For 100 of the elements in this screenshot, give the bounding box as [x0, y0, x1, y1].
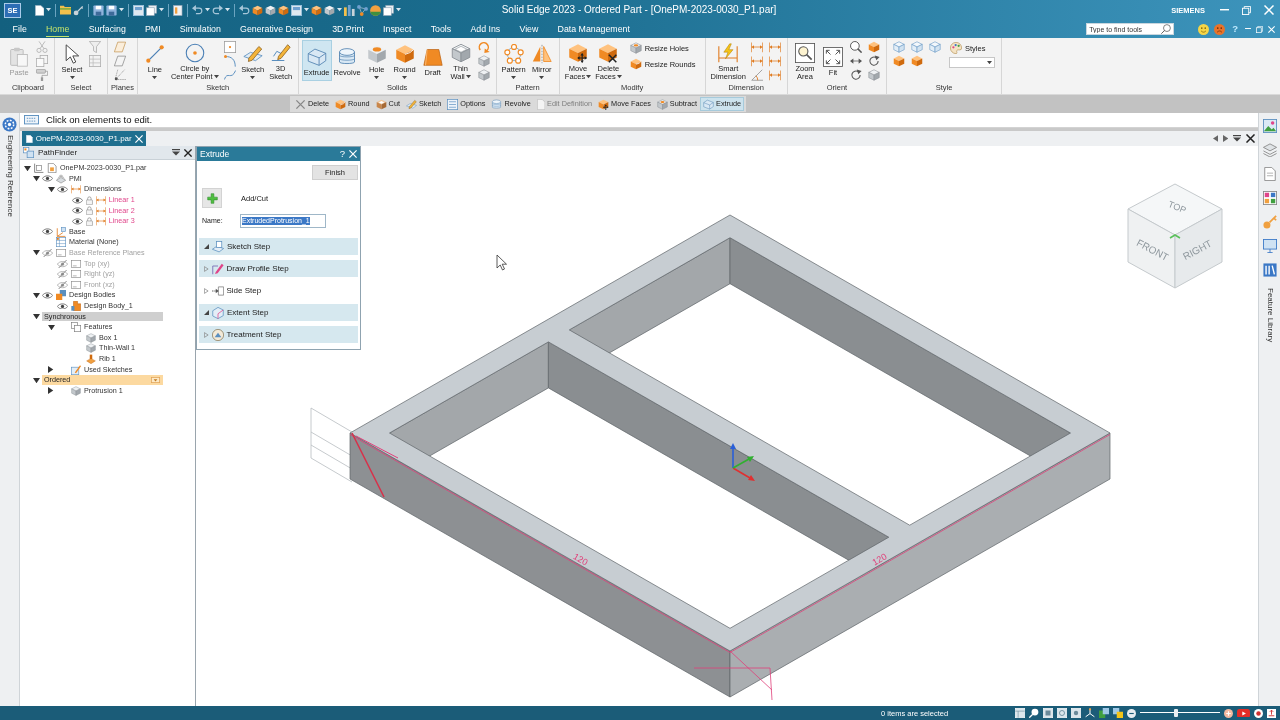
- menu-tab[interactable]: Surfacing: [88, 21, 126, 37]
- rotate-icon[interactable]: [867, 55, 880, 67]
- document-tab[interactable]: OnePM-2023-0030_P1.par: [22, 131, 146, 146]
- restore-icon[interactable]: [1242, 5, 1251, 15]
- eye-icon[interactable]: [72, 207, 83, 215]
- cube-icon[interactable]: [477, 55, 490, 67]
- menu-tab[interactable]: Inspect: [383, 21, 412, 37]
- step-row[interactable]: Sketch Step: [199, 238, 358, 255]
- crossed-eye-icon[interactable]: [57, 280, 68, 289]
- step-row[interactable]: Draw Profile Step: [199, 260, 358, 277]
- dot-frame-icon[interactable]: [1071, 708, 1081, 718]
- eye-icon[interactable]: [42, 228, 53, 236]
- undo-icon[interactable]: [191, 5, 203, 15]
- axes-icon[interactable]: [1085, 708, 1095, 718]
- zoom-out-icon[interactable]: [1127, 708, 1136, 718]
- caret-icon[interactable]: [172, 149, 180, 156]
- paint-roller-icon[interactable]: [36, 69, 48, 81]
- arc-icon[interactable]: [223, 55, 236, 67]
- triangle-down-icon[interactable]: [32, 176, 40, 182]
- window-icon[interactable]: [290, 4, 302, 16]
- cube-icon[interactable]: [310, 4, 322, 16]
- caret-icon[interactable]: [119, 8, 125, 12]
- menu-tab[interactable]: View: [519, 21, 539, 37]
- close-icon[interactable]: [1246, 134, 1255, 143]
- eye-icon[interactable]: [57, 302, 68, 310]
- pages-icon[interactable]: [382, 4, 394, 16]
- dimension-icon[interactable]: [768, 69, 781, 81]
- save-icon[interactable]: [93, 4, 105, 16]
- books-icon[interactable]: [1262, 263, 1277, 277]
- restore-icon[interactable]: [1256, 25, 1263, 33]
- dropdown-icon[interactable]: [151, 377, 160, 384]
- sphere-icon[interactable]: [369, 4, 381, 16]
- panel-icon[interactable]: [173, 4, 183, 16]
- export-icon[interactable]: [1267, 708, 1276, 718]
- caret-icon[interactable]: [224, 8, 230, 12]
- picture-icon[interactable]: [1262, 119, 1277, 133]
- triangle-down-icon[interactable]: [32, 314, 40, 320]
- rectangle-icon[interactable]: [223, 41, 236, 53]
- smiley-icon[interactable]: [1198, 23, 1210, 35]
- redo-icon[interactable]: [211, 5, 223, 15]
- triangle-right-outline-icon[interactable]: [204, 287, 209, 294]
- cube-icon[interactable]: [264, 4, 276, 16]
- cube-icon[interactable]: [867, 41, 880, 53]
- step-row[interactable]: Extent Step: [199, 304, 358, 321]
- eye-icon[interactable]: [42, 175, 53, 183]
- menu-tab[interactable]: Generative Design: [240, 21, 313, 37]
- angle-dimension-icon[interactable]: [750, 69, 763, 81]
- menu-tab[interactable]: Data Management: [557, 21, 630, 37]
- triangle-down-icon[interactable]: [23, 165, 31, 171]
- step-row[interactable]: Side Step: [199, 282, 358, 299]
- monitor-icon[interactable]: [1262, 239, 1277, 253]
- ring-frame-icon[interactable]: [1057, 708, 1067, 718]
- squares-icon[interactable]: [1113, 708, 1123, 718]
- triangle-right-icon[interactable]: [48, 387, 54, 395]
- help-link[interactable]: ?: [339, 149, 345, 159]
- dimension-icon[interactable]: [750, 41, 763, 53]
- squares-icon[interactable]: [1099, 708, 1109, 718]
- triangle-down-icon[interactable]: [32, 377, 40, 383]
- document-icon[interactable]: [1262, 167, 1277, 181]
- curve-icon[interactable]: [223, 69, 236, 81]
- frame-icon[interactable]: [1043, 708, 1053, 718]
- zoom-icon[interactable]: [1029, 708, 1039, 718]
- minimize-icon[interactable]: [1245, 28, 1251, 30]
- caret-icon[interactable]: [395, 8, 401, 12]
- cube-icon[interactable]: [251, 4, 263, 16]
- dimension-icon[interactable]: [750, 55, 763, 67]
- network-icon[interactable]: [356, 4, 368, 16]
- caret-icon[interactable]: [303, 8, 309, 12]
- side-panel-tab[interactable]: Engineering Reference: [4, 134, 15, 218]
- eye-icon[interactable]: [72, 196, 83, 204]
- side-panel-tab[interactable]: Feature Library: [1264, 287, 1275, 344]
- slider-thumb[interactable]: [1174, 709, 1178, 717]
- cube-icon[interactable]: [910, 55, 923, 67]
- cube-icon[interactable]: [323, 4, 335, 16]
- key-icon[interactable]: [73, 4, 85, 16]
- crossed-eye-icon[interactable]: [57, 259, 68, 268]
- curved-arrow-icon[interactable]: [477, 41, 490, 53]
- triangle-down-icon[interactable]: [47, 324, 55, 330]
- zoom-icon[interactable]: [849, 41, 862, 53]
- menu-tab[interactable]: 3D Print: [332, 21, 364, 37]
- rotate-icon[interactable]: [849, 69, 862, 81]
- keyboard-icon[interactable]: [24, 115, 39, 125]
- menu-tab[interactable]: Simulation: [179, 21, 221, 37]
- menu-tab[interactable]: PMI: [145, 21, 161, 37]
- video-icon[interactable]: [1237, 708, 1250, 718]
- zoom-in-icon[interactable]: [1224, 708, 1233, 718]
- copy-icon[interactable]: [36, 55, 48, 67]
- triangle-left-icon[interactable]: [1212, 135, 1218, 142]
- menu-tab[interactable]: Add Ins: [470, 21, 501, 37]
- caret-icon[interactable]: [204, 8, 210, 12]
- bars-icon[interactable]: [343, 4, 355, 16]
- triangle-down-icon[interactable]: [32, 292, 40, 299]
- record-icon[interactable]: [1254, 708, 1263, 718]
- cube-icon[interactable]: [477, 69, 490, 81]
- menu-tab[interactable]: Tools: [430, 21, 452, 37]
- triangle-right-icon[interactable]: [48, 366, 54, 374]
- layers-icon[interactable]: [1262, 143, 1277, 157]
- cube-icon[interactable]: [277, 4, 289, 16]
- triangle-corner-icon[interactable]: [204, 244, 209, 249]
- triangle-down-icon[interactable]: [47, 186, 55, 193]
